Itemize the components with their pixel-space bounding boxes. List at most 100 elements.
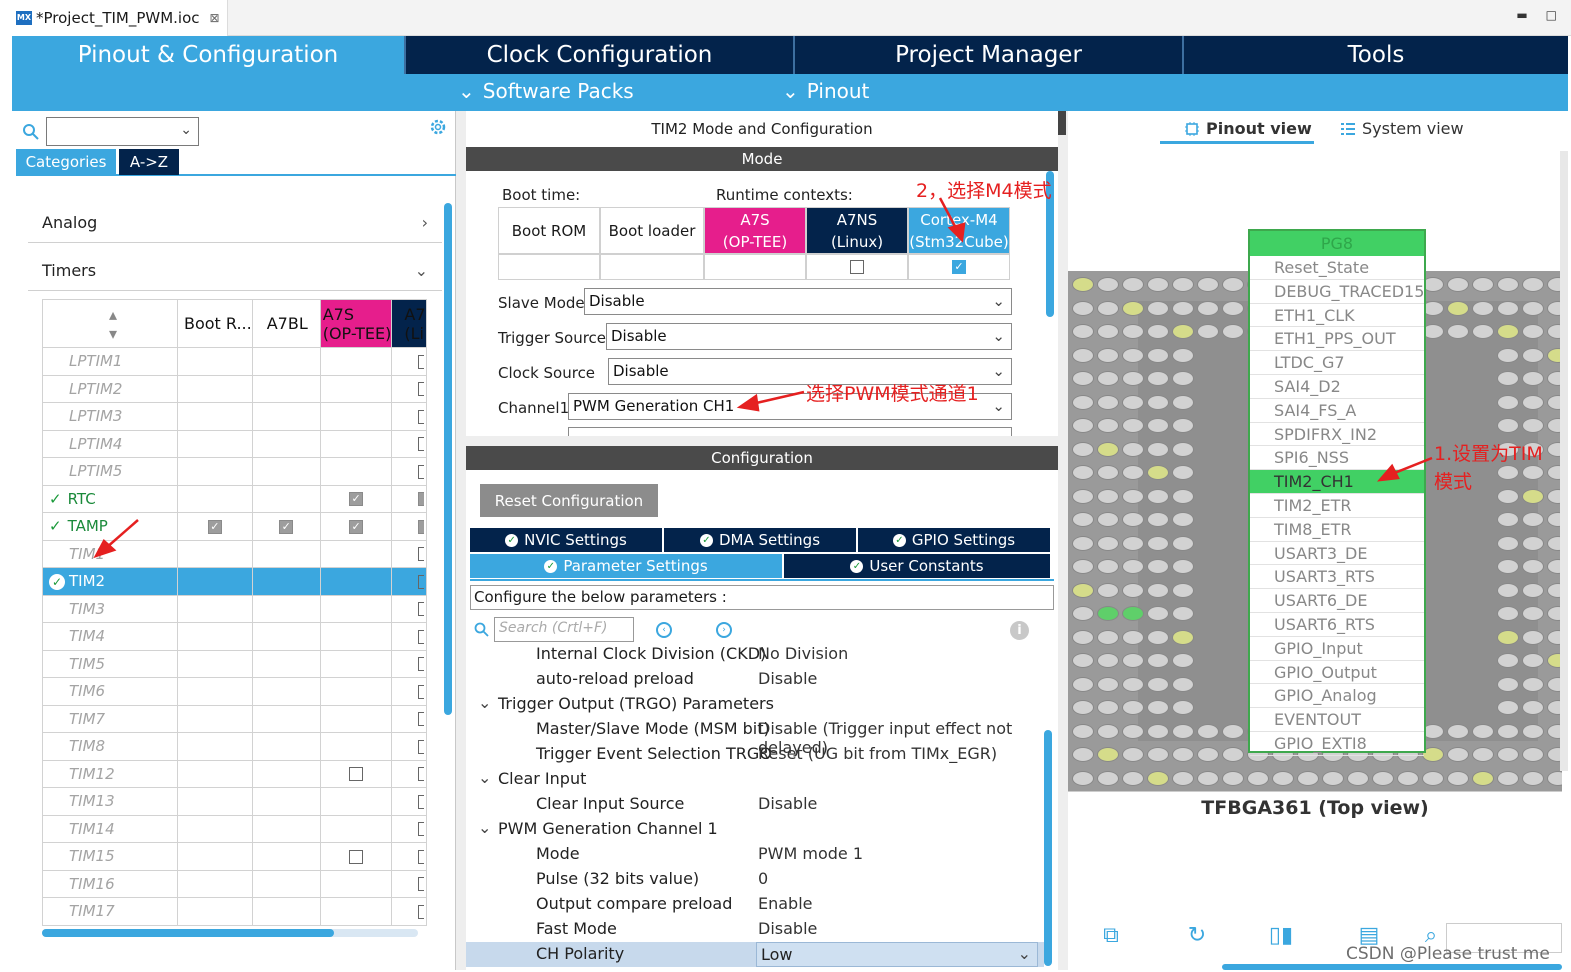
parameter-row[interactable]: auto-reload preload Disable [466,667,1044,692]
context-cell[interactable] [177,567,253,596]
tab-categories[interactable]: Categories [16,149,116,175]
timer-row[interactable]: TIM5 [42,649,427,678]
timer-name[interactable]: TIM8 [42,732,178,761]
chip-ball-pin[interactable] [1497,277,1519,292]
chip-ball-pin[interactable] [1497,747,1519,762]
split-view-icon[interactable]: ▯▮ [1268,923,1294,949]
timer-row[interactable]: TIM17 [42,897,427,926]
category-timers[interactable]: Timers ⌄ [28,251,442,291]
chip-ball-pin[interactable] [1422,770,1444,786]
chip-ball-pin[interactable] [1072,606,1094,621]
pin-function-option[interactable]: ETH1_PPS_OUT [1250,327,1424,352]
checkbox-checked[interactable] [418,519,425,534]
software-packs-menu[interactable]: ⌄ Software Packs [458,79,634,103]
chip-ball-pin[interactable] [1497,559,1519,574]
chip-ball-pin[interactable] [1072,770,1094,786]
timer-name[interactable]: TIM16 [42,869,178,898]
collapse-handle[interactable] [1058,111,1066,135]
horizontal-scrollbar[interactable] [42,929,418,937]
timer-name[interactable]: LPTIM5 [42,457,178,486]
tab-tools[interactable]: Tools [1184,36,1568,74]
timer-name[interactable]: TIM3 [42,594,178,623]
chip-ball-pin[interactable] [1522,347,1544,363]
chip-ball-pin[interactable] [1497,465,1519,480]
context-cell[interactable] [177,484,253,513]
context-cell[interactable] [251,677,321,706]
chip-ball-pin[interactable] [1472,324,1494,339]
trigger-source-select[interactable]: Disable ⌄ [606,323,1012,350]
timer-name[interactable]: TIM14 [42,814,178,843]
chip-ball-pin[interactable] [1147,394,1169,410]
context-cell[interactable] [391,402,427,431]
chip-ball-pin[interactable] [1072,535,1094,551]
column-a7s[interactable]: A7S (OP-TEE) [319,299,393,348]
file-tab[interactable]: MX *Project_TIM_PWM.ioc ⊠ [0,0,228,36]
context-cell[interactable] [251,759,321,788]
chip-ball-pin[interactable] [1172,512,1194,527]
chip-ball-pin[interactable] [1072,300,1094,316]
chip-ball-pin[interactable] [1497,324,1519,339]
chip-ball-pin[interactable] [1172,488,1194,504]
parameter-group[interactable]: ⌄ Clear Input [466,767,1044,792]
chip-ball-pin[interactable] [1497,347,1519,363]
tab-clock-configuration[interactable]: Clock Configuration [406,36,795,74]
chip-ball-pin[interactable] [1172,347,1194,363]
checkbox[interactable] [418,657,425,672]
chip-ball-pin[interactable] [1097,300,1119,316]
chip-ball-pin[interactable] [1497,512,1519,527]
tab-nvic-settings[interactable]: ✓ NVIC Settings [470,528,662,552]
chip-ball-pin[interactable] [1072,394,1094,410]
chip-ball-pin[interactable] [1122,700,1144,715]
context-cell[interactable] [391,677,427,706]
context-cell[interactable] [319,374,393,403]
pin-function-option[interactable]: SAI4_FS_A [1250,399,1424,423]
timer-row[interactable]: TIM7 [42,704,427,733]
context-cell[interactable] [319,402,393,431]
parameter-row[interactable]: Fast Mode Disable [466,917,1044,942]
chip-ball-pin[interactable] [1172,747,1194,762]
pin-function-option[interactable]: TIM2_ETR [1250,494,1424,518]
checkbox[interactable] [418,354,425,369]
chip-ball-pin[interactable] [1147,676,1169,692]
chip-ball-pin[interactable] [1372,770,1394,786]
tab-system-view[interactable]: System view [1340,119,1464,138]
context-cell[interactable] [177,622,253,651]
collapse-chevron-icon[interactable]: ⌄ [478,693,491,712]
chip-ball-pin[interactable] [1147,653,1169,668]
chip-ball-pin[interactable] [1147,559,1169,574]
horizontal-scrollbar[interactable] [1222,964,1562,970]
chip-ball-pin[interactable] [1347,770,1369,786]
chip-ball-pin[interactable] [1522,535,1544,551]
parameter-row[interactable]: CH Polarity Low ⌄ [466,942,1044,967]
chip-ball-pin[interactable] [1072,277,1094,292]
context-cell[interactable] [177,457,253,486]
chip-ball-pin[interactable] [1097,582,1119,598]
tab-dma-settings[interactable]: ✓ DMA Settings [664,528,856,552]
chip-ball-pin[interactable] [1197,723,1219,739]
chip-ball-pin[interactable] [1072,488,1094,504]
context-cell[interactable] [319,594,393,623]
chip-ball-pin[interactable] [1147,324,1169,339]
chip-ball-pin[interactable] [1147,488,1169,504]
parameter-group[interactable]: ⌄ Trigger Output (TRGO) Parameters [466,692,1044,717]
chip-ball-pin[interactable] [1497,653,1519,668]
chip-ball-pin[interactable] [1072,371,1094,386]
pin-function-option[interactable]: EVENTOUT [1250,708,1424,732]
pin-function-option[interactable]: Reset_State [1250,256,1424,280]
rotate-icon[interactable]: ↻ [1184,923,1210,949]
context-cell[interactable] [251,649,321,678]
chip-ball-pin[interactable] [1447,770,1469,786]
chip-ball-pin[interactable] [1097,629,1119,645]
chip-ball-pin[interactable] [1522,488,1544,504]
vertical-scrollbar[interactable] [1560,151,1568,771]
chip-ball-pin[interactable] [1222,300,1244,316]
context-cell[interactable] [319,677,393,706]
chip-ball-pin[interactable] [1147,700,1169,715]
tab-pinout-configuration[interactable]: Pinout & Configuration [12,36,406,74]
pin-function-option[interactable]: SPDIFRX_IN2 [1250,423,1424,447]
chip-ball-pin[interactable] [1172,770,1194,786]
chip-ball-pin[interactable] [1472,300,1494,316]
chip-ball-pin[interactable] [1122,394,1144,410]
parameter-value[interactable]: Disable [758,919,817,938]
timer-row[interactable]: LPTIM3 [42,402,427,431]
